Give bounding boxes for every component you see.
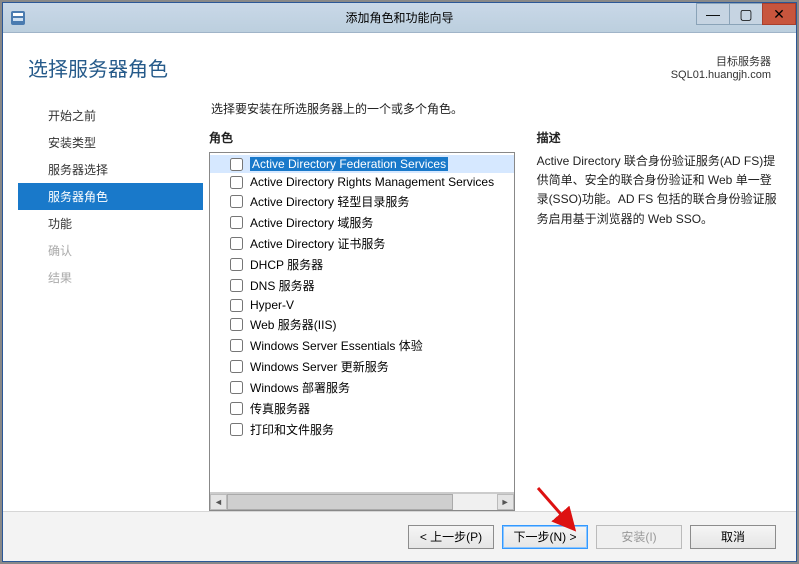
role-checkbox[interactable] xyxy=(230,258,243,271)
close-button[interactable]: ✕ xyxy=(762,3,796,25)
role-item[interactable]: Active Directory Federation Services xyxy=(210,155,514,173)
role-item[interactable]: Windows 部署服务 xyxy=(210,377,514,398)
role-item[interactable]: DHCP 服务器 xyxy=(210,254,514,275)
roles-header: 角色 xyxy=(209,129,515,146)
role-checkbox[interactable] xyxy=(230,402,243,415)
role-label: Windows Server Essentials 体验 xyxy=(250,337,423,354)
previous-button[interactable]: < 上一步(P) xyxy=(408,525,494,549)
description-column: 描述 Active Directory 联合身份验证服务(AD FS)提供简单、… xyxy=(537,129,781,511)
role-checkbox[interactable] xyxy=(230,195,243,208)
sidebar-item-step-1[interactable]: 安装类型 xyxy=(18,129,203,156)
page-title: 选择服务器角色 xyxy=(28,53,168,82)
role-item[interactable]: 传真服务器 xyxy=(210,398,514,419)
sidebar-item-step-4[interactable]: 功能 xyxy=(18,210,203,237)
install-button: 安装(I) xyxy=(596,525,682,549)
sidebar: 开始之前安装类型服务器选择服务器角色功能确认结果 xyxy=(18,100,203,511)
roles-column: 角色 Active Directory Federation ServicesA… xyxy=(209,129,515,511)
role-label: Active Directory Federation Services xyxy=(250,157,448,171)
role-item[interactable]: Active Directory 域服务 xyxy=(210,212,514,233)
maximize-button[interactable]: ▢ xyxy=(729,3,763,25)
hscroll-left-icon[interactable]: ◄ xyxy=(210,494,227,510)
titlebar: 添加角色和功能向导 — ▢ ✕ xyxy=(3,3,796,33)
next-button[interactable]: 下一步(N) > xyxy=(502,525,588,549)
minimize-button[interactable]: — xyxy=(696,3,730,25)
role-label: Active Directory 证书服务 xyxy=(250,235,385,252)
sidebar-item-step-5: 确认 xyxy=(18,237,203,264)
horizontal-scrollbar[interactable]: ◄ ► xyxy=(210,493,514,510)
role-checkbox[interactable] xyxy=(230,381,243,394)
role-checkbox[interactable] xyxy=(230,176,243,189)
role-item[interactable]: Active Directory 轻型目录服务 xyxy=(210,191,514,212)
role-label: DHCP 服务器 xyxy=(250,256,323,273)
role-label: 传真服务器 xyxy=(250,400,310,417)
content-area: 选择服务器角色 目标服务器 SQL01.huangjh.com 开始之前安装类型… xyxy=(3,33,796,511)
role-label: Web 服务器(IIS) xyxy=(250,316,336,333)
sidebar-item-step-6: 结果 xyxy=(18,264,203,291)
role-label: Active Directory 轻型目录服务 xyxy=(250,193,409,210)
role-label: Windows Server 更新服务 xyxy=(250,358,389,375)
role-label: 打印和文件服务 xyxy=(250,421,334,438)
window-controls: — ▢ ✕ xyxy=(697,3,796,25)
window-title: 添加角色和功能向导 xyxy=(345,9,453,26)
description-header: 描述 xyxy=(537,129,781,146)
role-item[interactable]: Web 服务器(IIS) xyxy=(210,314,514,335)
role-item[interactable]: Windows Server 更新服务 xyxy=(210,356,514,377)
sidebar-item-step-0[interactable]: 开始之前 xyxy=(18,102,203,129)
role-checkbox[interactable] xyxy=(230,360,243,373)
roles-listbox-body: Active Directory Federation Services Acti… xyxy=(210,153,514,493)
role-label: Active Directory Rights Management Servi… xyxy=(250,175,494,189)
columns: 角色 Active Directory Federation ServicesA… xyxy=(209,129,781,511)
destination-label: 目标服务器 xyxy=(671,53,771,69)
role-checkbox[interactable] xyxy=(230,318,243,331)
right-pane: 选择要安装在所选服务器上的一个或多个角色。 角色 Active Director… xyxy=(203,100,781,511)
hscroll-thumb[interactable] xyxy=(227,494,453,510)
hscroll-track[interactable] xyxy=(227,494,497,510)
roles-list-scroll[interactable]: Active Directory Federation Services Acti… xyxy=(210,153,514,492)
role-item[interactable]: Hyper-V xyxy=(210,296,514,314)
role-item[interactable]: Windows Server Essentials 体验 xyxy=(210,335,514,356)
role-label: DNS 服务器 xyxy=(250,277,315,294)
role-checkbox[interactable] xyxy=(230,158,243,171)
footer: < 上一步(P) 下一步(N) > 安装(I) 取消 xyxy=(3,511,796,561)
instruction-text: 选择要安装在所选服务器上的一个或多个角色。 xyxy=(209,100,781,117)
app-icon xyxy=(9,9,27,27)
role-item[interactable]: Active Directory 证书服务 xyxy=(210,233,514,254)
destination-server: SQL01.huangjh.com xyxy=(671,69,771,81)
header-row: 选择服务器角色 目标服务器 SQL01.huangjh.com xyxy=(18,48,781,100)
role-item[interactable]: Active Directory Rights Management Servi… xyxy=(210,173,514,191)
role-checkbox[interactable] xyxy=(230,216,243,229)
main-row: 开始之前安装类型服务器选择服务器角色功能确认结果 选择要安装在所选服务器上的一个… xyxy=(18,100,781,511)
wizard-window: 添加角色和功能向导 — ▢ ✕ 选择服务器角色 目标服务器 SQL01.huan… xyxy=(2,2,797,562)
role-checkbox[interactable] xyxy=(230,423,243,436)
sidebar-item-step-2[interactable]: 服务器选择 xyxy=(18,156,203,183)
hscroll-right-icon[interactable]: ► xyxy=(497,494,514,510)
roles-listbox: Active Directory Federation Services Acti… xyxy=(209,152,515,511)
role-label: Active Directory 域服务 xyxy=(250,214,373,231)
role-checkbox[interactable] xyxy=(230,279,243,292)
role-checkbox[interactable] xyxy=(230,299,243,312)
role-label: Windows 部署服务 xyxy=(250,379,350,396)
role-item[interactable]: DNS 服务器 xyxy=(210,275,514,296)
role-checkbox[interactable] xyxy=(230,237,243,250)
description-text: Active Directory 联合身份验证服务(AD FS)提供简单、安全的… xyxy=(537,152,781,229)
role-item[interactable]: 打印和文件服务 xyxy=(210,419,514,440)
role-label: Hyper-V xyxy=(250,298,294,312)
role-checkbox[interactable] xyxy=(230,339,243,352)
sidebar-item-step-3[interactable]: 服务器角色 xyxy=(18,183,203,210)
destination-box: 目标服务器 SQL01.huangjh.com xyxy=(671,53,771,81)
cancel-button[interactable]: 取消 xyxy=(690,525,776,549)
